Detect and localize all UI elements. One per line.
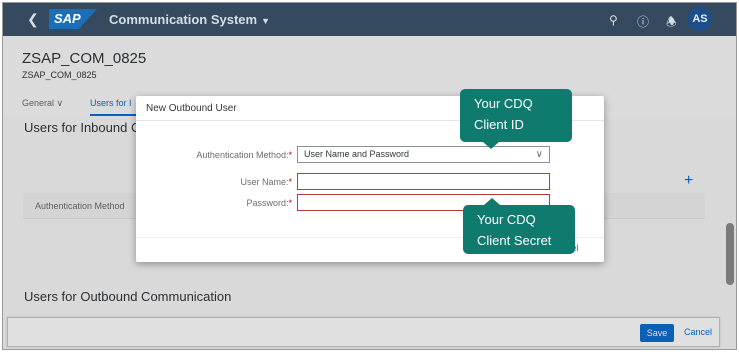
chevron-left-icon[interactable]: ❮ xyxy=(27,11,39,28)
callout-line: Your CDQ xyxy=(474,96,533,111)
callout-line: Client Secret xyxy=(477,233,552,248)
username-label-text: User Name: xyxy=(240,177,289,187)
shell-bar: ❮ SAP Communication System ▼ ⚲ ⓘ 🕭 AS xyxy=(3,3,736,36)
required-marker: * xyxy=(288,150,292,160)
help-icon[interactable]: ⓘ xyxy=(637,13,649,30)
callout-line: Client ID xyxy=(474,117,524,132)
auth-method-label: Authentication Method:* xyxy=(142,150,292,160)
auth-method-value: User Name and Password xyxy=(304,149,410,159)
password-label: Password:* xyxy=(142,198,292,208)
bell-icon[interactable]: 🕭 xyxy=(666,13,677,34)
password-label-text: Password: xyxy=(246,198,289,208)
callout-line: Your CDQ xyxy=(477,212,536,227)
chevron-down-icon: ∨ xyxy=(535,149,543,160)
client-secret-callout: Your CDQ Client Secret xyxy=(463,205,575,254)
client-id-callout: Your CDQ Client ID xyxy=(460,89,572,142)
username-field[interactable] xyxy=(297,173,550,190)
callout-pointer xyxy=(483,142,499,149)
username-label: User Name:* xyxy=(142,177,292,187)
auth-method-select[interactable]: User Name and Password ∨ xyxy=(297,146,550,163)
caret-down-icon: ▼ xyxy=(261,16,271,26)
avatar[interactable]: AS xyxy=(688,7,712,31)
app-title-menu[interactable]: Communication System ▼ xyxy=(109,12,270,27)
sap-logo[interactable]: SAP xyxy=(49,9,97,29)
search-icon[interactable]: ⚲ xyxy=(609,13,618,27)
dialog-title: New Outbound User xyxy=(146,103,237,114)
required-marker: * xyxy=(288,198,292,208)
app-window: ❮ SAP Communication System ▼ ⚲ ⓘ 🕭 AS ZSA… xyxy=(2,2,737,350)
callout-pointer xyxy=(484,198,500,205)
required-marker: * xyxy=(288,177,292,187)
auth-method-label-text: Authentication Method: xyxy=(196,150,289,160)
app-title-label: Communication System xyxy=(109,12,258,27)
